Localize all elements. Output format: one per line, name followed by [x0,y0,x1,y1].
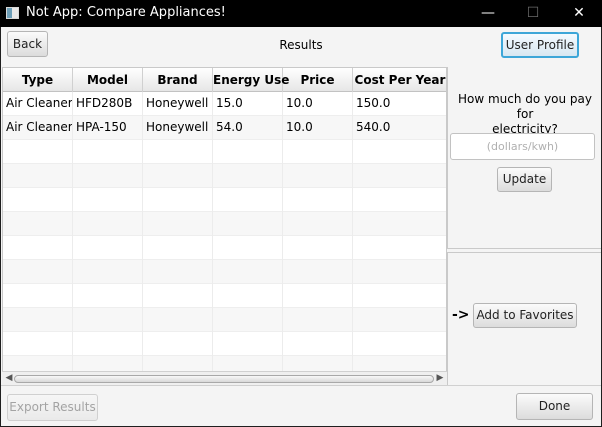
update-button[interactable]: Update [497,167,552,192]
user-profile-button[interactable]: User Profile [501,32,579,58]
empty-table-row [3,284,446,308]
empty-table-row [3,188,446,212]
cell-price: 10.0 [283,116,353,140]
cell-type: Air Cleaner [3,116,73,140]
export-results-button: Export Results [7,394,98,421]
results-table[interactable]: Type Model Brand Energy Use Price Cost P… [2,67,447,385]
empty-table-row [3,260,446,284]
cell-brand: Honeywell [143,92,213,116]
minimize-button[interactable]: — [465,0,511,27]
empty-table-row [3,332,446,356]
cell-model: HFD280B [73,92,143,116]
add-to-favorites-button[interactable]: Add to Favorites [473,303,577,328]
empty-table-row [3,140,446,164]
maximize-button[interactable]: ☐ [510,0,556,27]
empty-table-row [3,212,446,236]
scroll-right-icon[interactable]: ▶ [434,372,446,385]
question-line-1: How much do you pay for [457,92,592,121]
electricity-question: How much do you pay for electricity? [448,92,602,137]
cell-brand: Honeywell [143,116,213,140]
table-row[interactable]: Air Cleaner HPA-150 Honeywell 54.0 10.0 … [3,116,446,140]
empty-table-row [3,236,446,260]
cell-model: HPA-150 [73,116,143,140]
done-button[interactable]: Done [516,393,593,420]
table-header: Type Model Brand Energy Use Price Cost P… [3,68,446,92]
cell-price: 10.0 [283,92,353,116]
cell-cost-per-year: 150.0 [353,92,446,116]
empty-table-row [3,308,446,332]
cell-type: Air Cleaner [3,92,73,116]
electricity-rate-input[interactable] [450,133,595,160]
cell-energy-use: 15.0 [213,92,283,116]
window-title: Not App: Compare Appliances! [26,5,226,20]
title-bar: Not App: Compare Appliances! — ☐ ✕ [0,0,602,27]
column-header-model[interactable]: Model [73,68,143,92]
scrollbar-thumb[interactable] [14,375,434,383]
empty-table-row [3,164,446,188]
column-header-cost-per-year[interactable]: Cost Per Year [353,68,446,92]
column-header-price[interactable]: Price [283,68,353,92]
cell-cost-per-year: 540.0 [353,116,446,140]
close-button[interactable]: ✕ [556,0,602,27]
column-header-type[interactable]: Type [3,68,73,92]
arrow-hint: -> [452,307,470,323]
window-content: Back Results User Profile Type Model Bra… [1,27,601,426]
cell-energy-use: 54.0 [213,116,283,140]
horizontal-scrollbar[interactable]: ◀ ▶ [2,371,447,385]
table-row[interactable]: Air Cleaner HFD280B Honeywell 15.0 10.0 … [3,92,446,116]
column-header-brand[interactable]: Brand [143,68,213,92]
column-header-energy-use[interactable]: Energy Use [213,68,289,92]
app-icon [6,7,19,19]
